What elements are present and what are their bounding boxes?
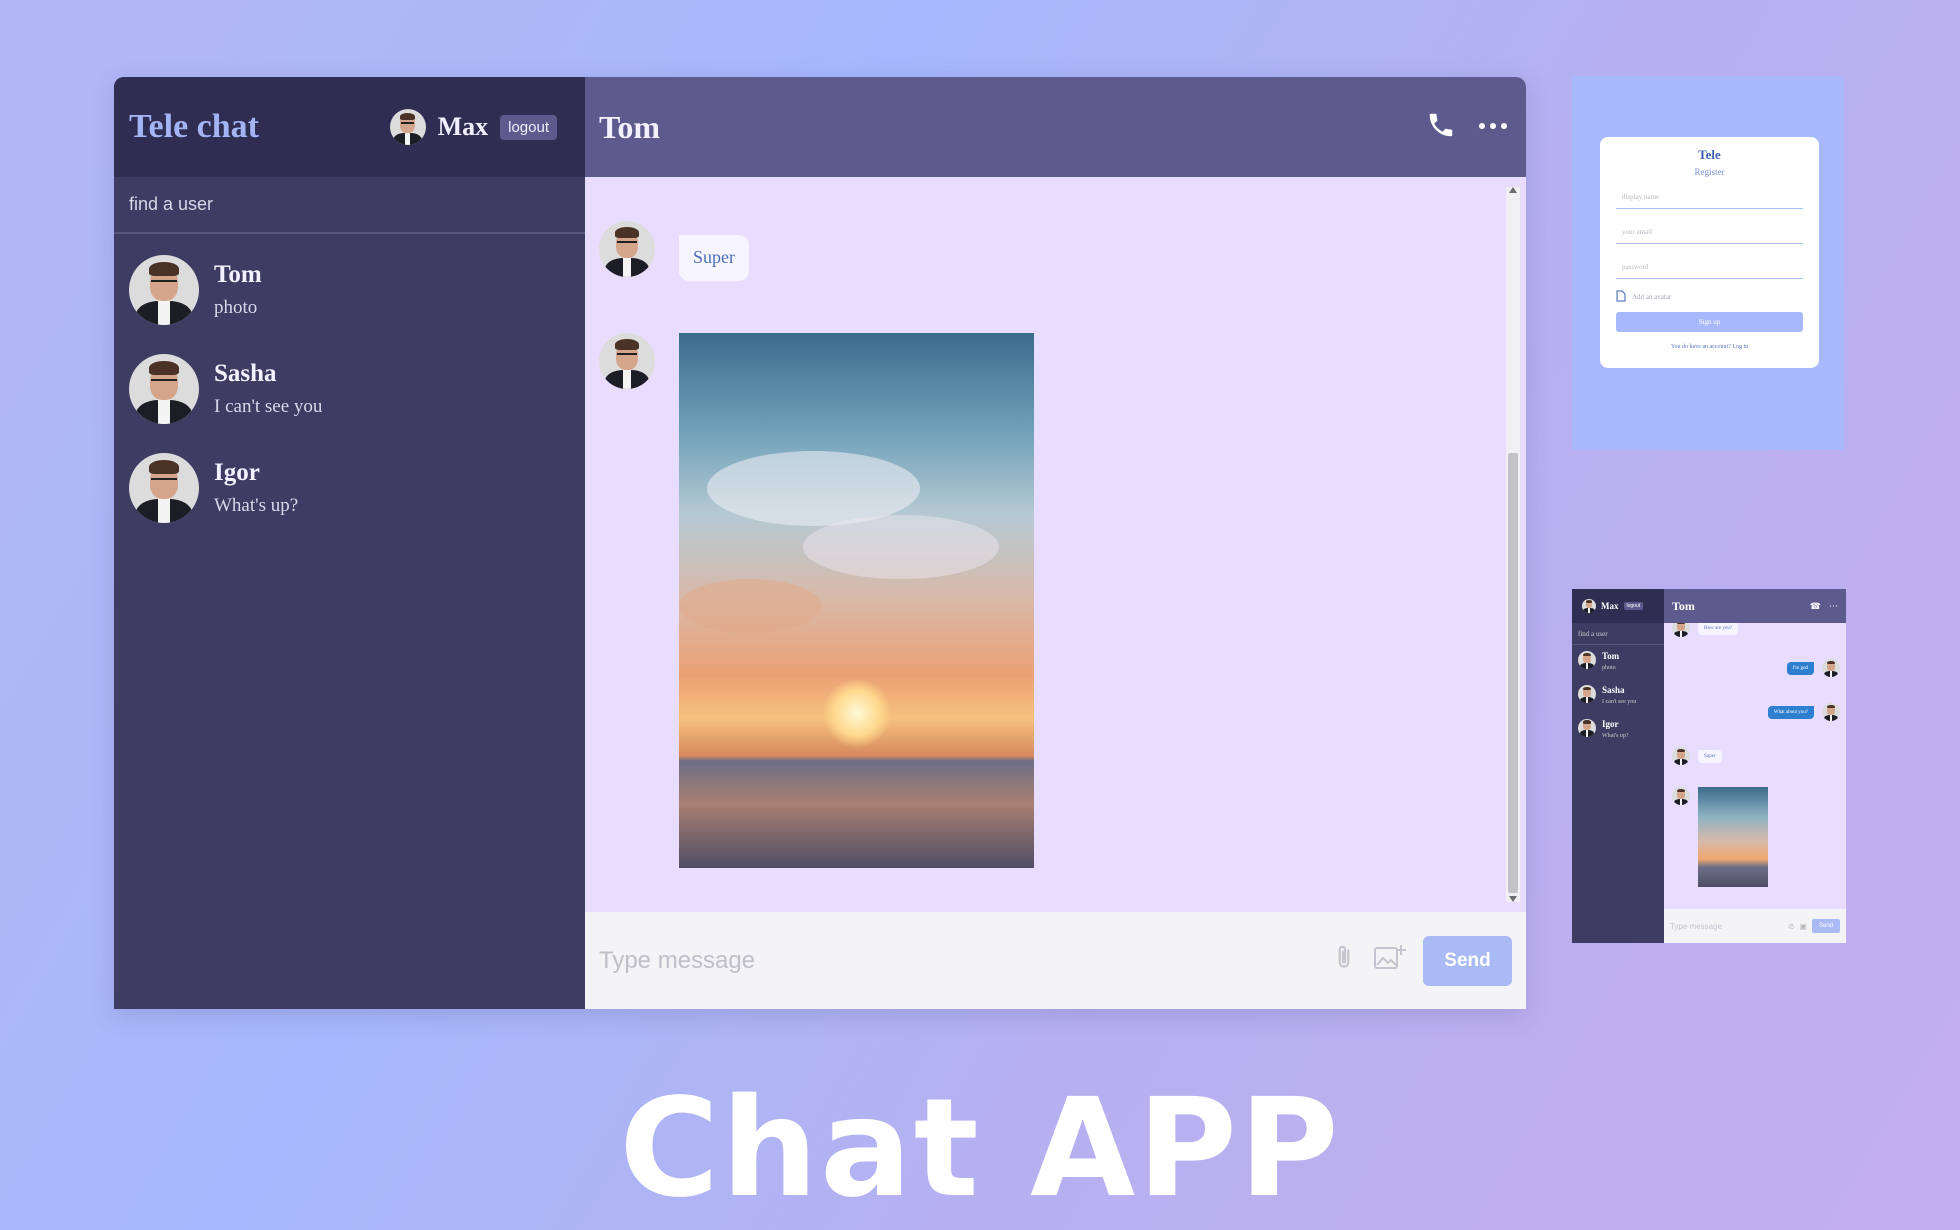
scrollbar[interactable] — [1506, 187, 1520, 902]
mini-send-button[interactable]: Send — [1811, 919, 1840, 933]
search-input[interactable] — [129, 194, 570, 215]
avatar — [1822, 659, 1840, 677]
avatar — [1578, 684, 1596, 703]
chat-header: Tom — [585, 77, 1526, 177]
password-field[interactable] — [1616, 255, 1803, 279]
message-row — [599, 333, 1034, 868]
scroll-up-icon[interactable] — [1509, 187, 1517, 193]
mini-chat-name: Sasha — [1602, 684, 1625, 695]
avatar — [599, 333, 655, 389]
chat-item-name: Tom — [214, 260, 262, 288]
chat-item-name: Sasha — [214, 359, 277, 387]
avatar — [129, 254, 199, 325]
chat-item-tom[interactable]: Tom photo — [114, 240, 585, 339]
avatar — [1578, 651, 1596, 669]
avatar — [1672, 747, 1690, 765]
mini-search[interactable]: find a user — [1572, 623, 1664, 645]
message-image[interactable] — [679, 333, 1034, 868]
attach-icon[interactable] — [1331, 943, 1357, 978]
scrollbar-thumb[interactable] — [1508, 453, 1518, 893]
chat-item-igor[interactable]: Igor What's up? — [114, 438, 585, 537]
caption-title: Chat APP — [619, 1070, 1341, 1228]
message-list: Super — [585, 177, 1526, 912]
more-icon[interactable]: ··· — [1829, 601, 1838, 612]
attach-icon[interactable]: ⊘ — [1788, 922, 1795, 931]
mini-input-bar: Type message ⊘ ▣ Send — [1664, 909, 1846, 943]
more-icon[interactable] — [1478, 118, 1508, 136]
user-avatar — [389, 109, 426, 145]
message-bubble: Super — [1698, 749, 1722, 763]
mini-chat-item[interactable]: Tom photo — [1572, 645, 1664, 679]
message-input[interactable] — [599, 946, 1315, 975]
display-name-field[interactable] — [1616, 185, 1803, 209]
chat-panel: Tom Super Type message Send — [585, 77, 1526, 1009]
register-subtitle: Register — [1694, 167, 1725, 177]
mini-user-name: Max — [1601, 601, 1619, 611]
mini-chat-last: What's up? — [1602, 732, 1629, 739]
add-avatar-label: Add an avatar — [1632, 293, 1672, 301]
chat-app-window: Tele chat Max logout Tom photo — [114, 77, 1526, 1009]
sidebar-header: Tele chat Max logout — [114, 77, 585, 177]
mini-message-list: How are you? I'm god What about you? Sup… — [1664, 623, 1846, 909]
mini-chat-title: Tom — [1672, 598, 1695, 613]
current-user: Max logout — [389, 109, 557, 145]
user-search — [114, 177, 585, 234]
mini-sidebar: Max logout find a user Tom photo Sasha I c… — [1572, 589, 1664, 943]
register-logo: Tele — [1698, 147, 1721, 162]
sidebar: Tele chat Max logout Tom photo — [114, 77, 585, 1009]
message-image[interactable] — [1698, 787, 1768, 887]
message-input-bar: Send — [585, 912, 1526, 1009]
message-row: Super — [599, 221, 749, 281]
app-logo: Tele chat — [129, 108, 260, 145]
phone-icon[interactable]: ☎ — [1810, 601, 1821, 612]
chat-title: Tom — [599, 108, 661, 145]
mini-message-input[interactable]: Type message — [1670, 922, 1783, 931]
phone-icon[interactable] — [1426, 110, 1456, 145]
avatar — [1578, 718, 1596, 737]
message-bubble: What about you? — [1767, 705, 1814, 719]
mini-chat-name: Igor — [1602, 718, 1619, 729]
email-field[interactable] — [1616, 220, 1803, 244]
avatar — [1672, 623, 1690, 637]
chat-item-name: Igor — [214, 458, 260, 486]
sign-up-button[interactable]: Sign up — [1616, 312, 1803, 332]
avatar — [129, 353, 199, 424]
mini-chat-name: Tom — [1602, 651, 1620, 661]
mini-chat-item[interactable]: Igor What's up? — [1572, 713, 1664, 747]
register-form: Tele Register Add an avatar Sign up You … — [1600, 137, 1819, 368]
scroll-down-icon[interactable] — [1509, 896, 1517, 902]
avatar — [1582, 599, 1596, 613]
avatar — [1672, 787, 1690, 805]
chat-list: Tom photo Sasha I can't see you Igor Wha… — [114, 234, 585, 537]
add-image-icon[interactable]: ▣ — [1799, 922, 1807, 931]
file-icon — [1616, 290, 1626, 304]
message-bubble: I'm god — [1786, 661, 1814, 675]
avatar — [129, 452, 199, 523]
chat-item-last-message: What's up? — [214, 494, 299, 516]
mini-chat-last: I can't see you — [1602, 698, 1637, 705]
add-avatar[interactable]: Add an avatar — [1616, 290, 1803, 304]
chat-item-last-message: photo — [214, 296, 258, 318]
send-button[interactable]: Send — [1423, 935, 1512, 986]
message-bubble: Super — [679, 235, 749, 281]
login-link[interactable]: You do have an account? Log in — [1671, 344, 1748, 350]
chat-item-sasha[interactable]: Sasha I can't see you — [114, 339, 585, 438]
add-image-icon[interactable] — [1373, 943, 1407, 978]
register-preview: Tele Register Add an avatar Sign up You … — [1572, 76, 1844, 450]
current-user-name: Max — [437, 112, 489, 141]
mini-logout-button[interactable]: logout — [1623, 602, 1644, 610]
mini-chat-item[interactable]: Sasha I can't see you — [1572, 679, 1664, 713]
avatar — [1822, 703, 1840, 721]
chat-item-last-message: I can't see you — [214, 395, 323, 417]
mini-chat-panel: Tom ☎ ··· How are you? I'm god What about… — [1664, 589, 1846, 943]
mini-chat-last: photo — [1602, 665, 1616, 671]
logout-button[interactable]: logout — [500, 114, 557, 140]
mini-chat-preview: Max logout find a user Tom photo Sasha I c… — [1572, 589, 1846, 943]
avatar — [599, 221, 655, 277]
message-bubble: How are you? — [1698, 623, 1739, 635]
